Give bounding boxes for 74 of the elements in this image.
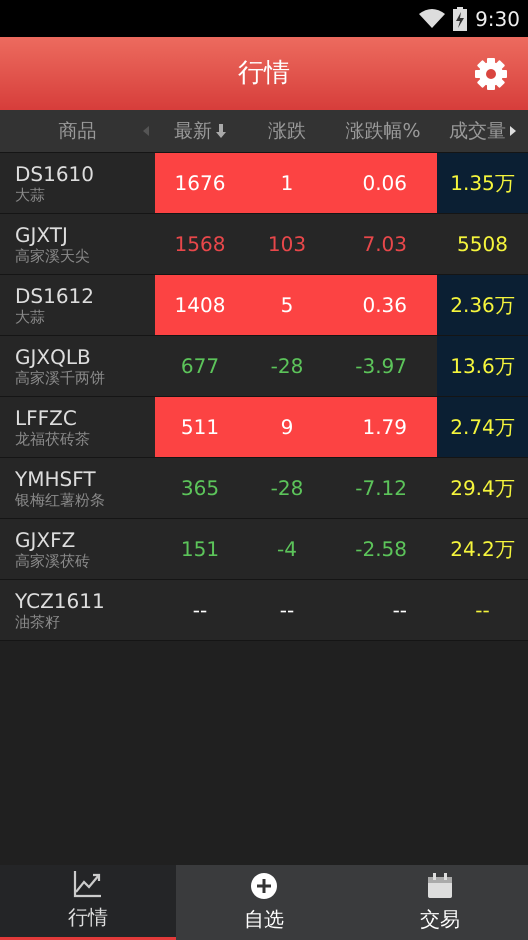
latest-price: 151 [180,536,220,563]
column-header[interactable]: 涨跌幅% [345,116,421,146]
volume: 29.4万 [450,475,515,502]
product-name: 大蒜 [15,308,46,326]
price-change: 5 [280,292,294,319]
volume: 13.6万 [450,353,515,380]
product-code: YMHSFT [15,467,97,491]
volume: 5508 [457,231,508,258]
price-change: 1 [280,170,294,197]
change-percent: -3.97 [354,353,408,380]
battery-icon [453,6,468,30]
product-code: GJXFZ [15,528,76,552]
quote-row[interactable]: LFFZC 龙福茯砖茶 511 9 1.79 2.74万 [0,397,528,458]
column-header[interactable]: 成交量 [449,116,506,146]
change-percent: -7.12 [354,475,408,502]
product-name: 高家溪天尖 [15,247,91,265]
price-change: -28 [270,353,304,380]
latest-price: 1408 [174,292,226,319]
volume: 24.2万 [450,536,515,563]
product-name: 大蒜 [15,186,46,204]
change-percent: 1.79 [361,414,408,441]
quote-row[interactable]: GJXTJ 高家溪天尖 1568 103 7.03 5508 [0,214,528,275]
product-name: 高家溪茯砖 [15,552,91,570]
column-header[interactable]: 涨跌 [268,116,306,146]
price-change: -- [278,597,296,624]
change-percent: -2.58 [354,536,408,563]
plus-circle-icon [250,872,278,900]
nav-tab[interactable]: 自选 [176,865,352,940]
latest-price: 677 [180,353,220,380]
line-chart-icon [73,870,103,898]
product-code: DS1610 [15,162,95,186]
latest-price: -- [192,597,208,624]
right-arrow-icon[interactable] [510,126,516,136]
latest-price: 1676 [174,170,226,197]
price-change: -4 [276,536,298,563]
price-change: 9 [280,414,294,441]
product-code: YCZ1611 [15,589,106,613]
quote-row[interactable]: DS1612 大蒜 1408 5 0.36 2.36万 [0,275,528,336]
settings-icon[interactable] [474,56,508,90]
nav-tab[interactable]: 行情 [0,865,176,940]
volume: -- [475,597,490,624]
product-name: 龙福茯砖茶 [15,430,91,448]
wifi-icon [419,8,446,28]
quote-row[interactable]: GJXFZ 高家溪茯砖 151 -4 -2.58 24.2万 [0,519,528,580]
product-code: LFFZC [15,406,78,430]
change-percent: 0.06 [361,170,408,197]
change-percent: 7.03 [361,231,408,258]
product-code: GJXTJ [15,223,69,247]
status-time: 9:30 [475,6,520,32]
product-code: DS1612 [15,284,95,308]
product-name: 高家溪千两饼 [15,369,106,387]
latest-price: 365 [180,475,220,502]
change-percent: -- [392,597,408,624]
quote-row[interactable]: YMHSFT 银梅红薯粉条 365 -28 -7.12 29.4万 [0,458,528,519]
volume: 2.74万 [450,414,515,441]
volume: 2.36万 [450,292,515,319]
quote-row[interactable]: GJXQLB 高家溪千两饼 677 -28 -3.97 13.6万 [0,336,528,397]
quote-row[interactable]: DS1610 大蒜 1676 1 0.06 1.35万 [0,153,528,214]
price-change: -28 [270,475,304,502]
product-name: 油茶籽 [15,613,61,631]
volume: 1.35万 [450,170,515,197]
latest-price: 511 [180,414,220,441]
calendar-icon [426,872,454,900]
down-arrow-icon [216,124,226,138]
price-change: 103 [266,231,308,258]
column-header[interactable]: 商品 [58,116,96,146]
product-code: GJXQLB [15,345,92,369]
quote-row[interactable]: YCZ1611 油茶籽 -- -- -- -- [0,580,528,641]
app-title: 行情 [238,57,290,90]
nav-tab[interactable]: 交易 [352,865,528,940]
change-percent: 0.36 [361,292,408,319]
column-header[interactable]: 最新 [174,116,212,146]
product-name: 银梅红薯粉条 [15,491,106,509]
latest-price: 1568 [174,231,226,258]
